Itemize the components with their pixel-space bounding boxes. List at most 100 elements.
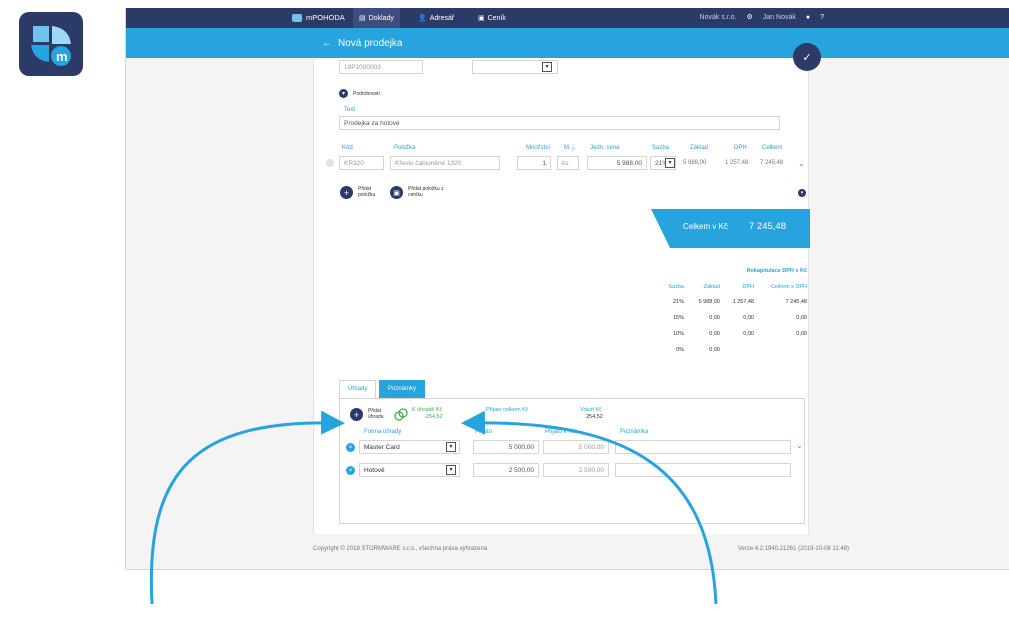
vat-cell: 0% [676, 347, 684, 353]
vat-cell: 21% [672, 299, 684, 305]
back-arrow-icon[interactable]: ← [322, 38, 332, 49]
doc-number-field[interactable]: 19P1000003 [339, 60, 423, 74]
details-toggle-label[interactable]: Podrobnosti [353, 91, 380, 97]
vat-cell: 7 245,48 [785, 299, 807, 305]
text-label: Text [344, 107, 356, 113]
payment-received-field[interactable]: 5 000,00 [473, 440, 539, 454]
top-navigation-bar: mPOHODA ▤ Doklady 👤 Adresář ▣ Ceník Nová… [126, 8, 1009, 28]
document-card: 19P1000003 ▾ ▾ Podrobnosti Text Prodejka… [313, 58, 810, 534]
user-name[interactable]: Jan Novák [763, 14, 796, 21]
vat-cell: 0,00 [743, 315, 754, 321]
payment-method-select[interactable]: Hotově [359, 463, 460, 477]
app-window: mPOHODA ▤ Doklady 👤 Adresář ▣ Ceník Nová… [125, 8, 1009, 570]
nav-doklady[interactable]: ▤ Doklady [353, 8, 400, 28]
col-received: Přijato [475, 429, 493, 435]
help-icon[interactable]: ? [820, 14, 824, 21]
remove-row-icon[interactable] [326, 159, 334, 167]
vat-cell: 0,00 [743, 331, 754, 337]
expand-row-icon[interactable]: ⌄ [798, 159, 805, 168]
chevron-down-icon[interactable]: ▾ [446, 442, 456, 452]
vat-recap-title: Rekapitulace DPH v Kč [746, 268, 807, 274]
col-qty: Množství [526, 145, 551, 151]
item-code-field[interactable]: KR320 [339, 156, 384, 170]
vat-col-vat: DPH [742, 284, 754, 290]
add-item-label[interactable]: Přidat položku [358, 186, 388, 198]
company-name[interactable]: Novák s.r.o. [700, 14, 737, 21]
add-payment-button[interactable]: + [350, 408, 363, 421]
nav-adresar[interactable]: 👤 Adresář [412, 8, 460, 28]
plus-icon: + [353, 409, 360, 420]
add-payment-label[interactable]: Přidat úhradu [368, 408, 392, 420]
vat-cell: 1 257,48 [732, 299, 754, 305]
payment-note-field[interactable] [615, 463, 791, 477]
copyright-text: Copyright © 2019 STORMWARE s.r.o., všech… [313, 546, 488, 552]
gear-icon[interactable]: ⚙ [747, 13, 753, 21]
page-header-bar: ← Nová prodejka [126, 28, 1009, 58]
coins-icon [394, 408, 408, 421]
col-unit: M. j. [564, 145, 576, 151]
vat-cell: 15% [672, 315, 684, 321]
chevron-down-icon[interactable]: ▾ [542, 62, 552, 72]
remove-payment-icon[interactable]: × [346, 443, 355, 452]
item-qty-field[interactable]: 1 [517, 156, 551, 170]
col-item: Položka [394, 145, 416, 151]
add-item-button[interactable]: + [340, 186, 353, 199]
to-pay-label: K úhradě Kč [412, 407, 443, 413]
brand-icon [292, 13, 302, 22]
add-from-pricelist-button[interactable]: ▣ [390, 186, 403, 199]
payment-received-czk-field[interactable]: 5 000,00 [543, 440, 609, 454]
payment-note-field[interactable] [615, 440, 791, 454]
item-vat: 1 257,48 [725, 160, 749, 166]
plus-icon: + [343, 187, 350, 198]
details-toggle-icon[interactable]: ▾ [339, 89, 348, 98]
item-name-field[interactable]: Křeslo čalouněné 1320 [390, 156, 500, 170]
payment-received-czk-field[interactable]: 2 500,00 [543, 463, 609, 477]
page-title: Nová prodejka [338, 38, 403, 49]
item-price-field[interactable]: 5 988,00 [587, 156, 647, 170]
tab-poznamky[interactable]: Poznámky [379, 380, 426, 398]
collapse-items-icon[interactable]: ▾ [798, 189, 806, 197]
vat-cell: 0,00 [796, 331, 807, 337]
vat-cell: 0,00 [709, 331, 720, 337]
payment-method-select[interactable]: Master Card [359, 440, 460, 454]
item-total: 7 245,48 [760, 160, 784, 166]
remove-payment-icon[interactable]: × [346, 466, 355, 475]
expand-payment-icon[interactable]: ⌄ [796, 441, 803, 450]
documents-icon: ▤ [359, 15, 366, 22]
brand[interactable]: mPOHODA [292, 13, 345, 22]
vat-cell: 0,00 [796, 315, 807, 321]
confirm-button[interactable]: ✓ [793, 43, 821, 71]
col-code: Kód [342, 145, 353, 151]
mpohoda-app-logo: m [19, 12, 83, 76]
item-unit-field[interactable]: ks [557, 156, 579, 170]
total-label: Celkem v Kč [683, 222, 728, 231]
col-payment-method: Forma úhrady [364, 429, 402, 435]
col-note: Poznámka [620, 429, 649, 435]
text-field[interactable]: Prodejka za hotové [339, 116, 780, 130]
vat-cell: 0,00 [709, 347, 720, 353]
pricelist-icon: ▣ [393, 189, 400, 197]
item-base: 5 988,00 [683, 160, 707, 166]
add-from-pricelist-label[interactable]: Přidat položku z ceníku [408, 186, 448, 198]
received-total-label: Přijato celkem Kč [486, 407, 529, 413]
payment-received-field[interactable]: 2 500,00 [473, 463, 539, 477]
payments-panel: + Přidat úhradu K úhradě Kč -254,52 Přij… [339, 398, 805, 524]
col-rate: Sazba [652, 145, 670, 151]
vat-col-base: Základ [703, 284, 720, 290]
version-text: Verze 4.2.1940.21261 (2019-10-08 11:48) [737, 546, 849, 552]
chevron-down-icon[interactable]: ▾ [446, 465, 456, 475]
vat-cell: 0,00 [709, 315, 720, 321]
user-icon[interactable]: ● [806, 14, 810, 21]
col-base: Základ [690, 145, 709, 151]
vat-cell: 5 988,00 [698, 299, 720, 305]
change-label: Vrácit Kč [580, 407, 602, 413]
chevron-down-icon[interactable]: ▾ [665, 158, 675, 168]
to-pay-value: -254,52 [424, 414, 443, 420]
total-value: 7 245,48 [749, 221, 786, 232]
check-icon: ✓ [802, 51, 812, 64]
col-vat: DPH [734, 145, 747, 151]
tab-uhrady[interactable]: Úhrady [339, 380, 377, 398]
nav-cenik[interactable]: ▣ Ceník [472, 8, 512, 28]
topbar-right: Novák s.r.o. ⚙ Jan Novák ● ? [700, 13, 824, 22]
brand-name: mPOHODA [306, 13, 345, 22]
